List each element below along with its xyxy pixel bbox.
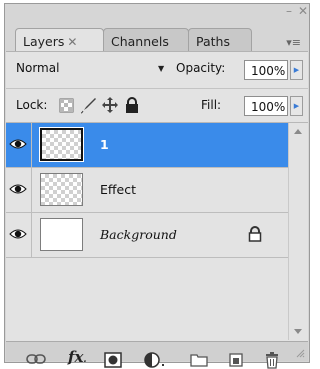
lock-transparent-pixels-icon[interactable]	[58, 96, 76, 114]
layer-thumbnail[interactable]	[39, 127, 84, 162]
tab-paths[interactable]: Paths	[188, 28, 252, 53]
opacity-slider-arrow-icon[interactable]: ▶	[290, 60, 303, 80]
layer-row-effect[interactable]: Effect	[6, 168, 289, 213]
layer-thumbnail[interactable]	[40, 173, 83, 206]
fill-label: Fill:	[201, 98, 222, 112]
layer-lock-icon	[248, 226, 262, 242]
layer-thumbnail[interactable]	[40, 218, 83, 251]
close-panel-button[interactable]: ✕	[298, 4, 308, 18]
panel-body: Normal ▼ Opacity: 100% ▶ Lock: Fill: 100…	[6, 51, 308, 369]
visibility-toggle[interactable]	[6, 123, 32, 167]
opacity-field[interactable]: 100%	[244, 60, 288, 80]
eye-icon[interactable]	[9, 227, 27, 241]
delete-layer-icon[interactable]	[264, 352, 280, 369]
panel-menu-icon[interactable]: ▾≡	[286, 36, 301, 49]
layer-list-scrollbar[interactable]	[288, 123, 308, 340]
blend-row: Normal ▼ Opacity: 100% ▶	[6, 52, 308, 89]
lock-image-pixels-icon[interactable]	[80, 96, 98, 114]
new-group-icon[interactable]	[190, 352, 208, 367]
adjustment-layer-icon[interactable]	[144, 352, 168, 368]
visibility-toggle[interactable]	[6, 168, 32, 212]
lock-label: Lock:	[16, 98, 48, 112]
blend-mode-select[interactable]: Normal	[16, 61, 59, 75]
minimize-button[interactable]: –	[286, 4, 292, 18]
layer-name[interactable]: 1	[100, 137, 109, 152]
tab-layers[interactable]: Layers ✕	[15, 28, 104, 53]
new-layer-icon[interactable]	[228, 352, 244, 368]
fx-label: fx	[68, 348, 84, 366]
tab-layers-label: Layers	[23, 34, 65, 49]
tab-paths-label: Paths	[196, 34, 230, 49]
tab-close-icon[interactable]: ✕	[67, 35, 77, 49]
tab-channels-label: Channels	[111, 34, 169, 49]
chevron-down-icon[interactable]: ▼	[158, 64, 164, 73]
lock-all-icon[interactable]	[123, 96, 141, 114]
lock-row: Lock: Fill: 100% ▶	[6, 89, 308, 123]
eye-icon[interactable]	[9, 137, 27, 151]
scroll-down-icon[interactable]	[294, 329, 302, 334]
fill-field[interactable]: 100%	[244, 96, 288, 116]
scroll-up-icon[interactable]	[294, 129, 302, 134]
layer-list: 1 Effect Background	[6, 123, 289, 340]
lock-position-icon[interactable]	[101, 96, 119, 114]
layer-mask-icon[interactable]	[104, 352, 122, 368]
layers-panel: – ✕ Layers ✕ Channels Paths ▾≡ Normal ▼ O…	[4, 3, 310, 369]
layer-name[interactable]: Effect	[100, 182, 136, 197]
opacity-label: Opacity:	[176, 61, 226, 75]
bottom-toolbar: fx.	[6, 341, 308, 369]
layer-name[interactable]: Background	[100, 227, 177, 242]
layer-row-1[interactable]: 1	[6, 123, 289, 168]
resize-grip-icon[interactable]	[295, 348, 305, 358]
link-layers-icon[interactable]	[26, 352, 46, 366]
tab-channels[interactable]: Channels	[103, 28, 189, 53]
layer-row-background[interactable]: Background	[6, 213, 289, 258]
layer-style-fx-icon[interactable]: fx.	[68, 348, 87, 366]
visibility-toggle[interactable]	[6, 213, 32, 257]
eye-icon[interactable]	[9, 182, 27, 196]
fill-slider-arrow-icon[interactable]: ▶	[290, 96, 303, 116]
